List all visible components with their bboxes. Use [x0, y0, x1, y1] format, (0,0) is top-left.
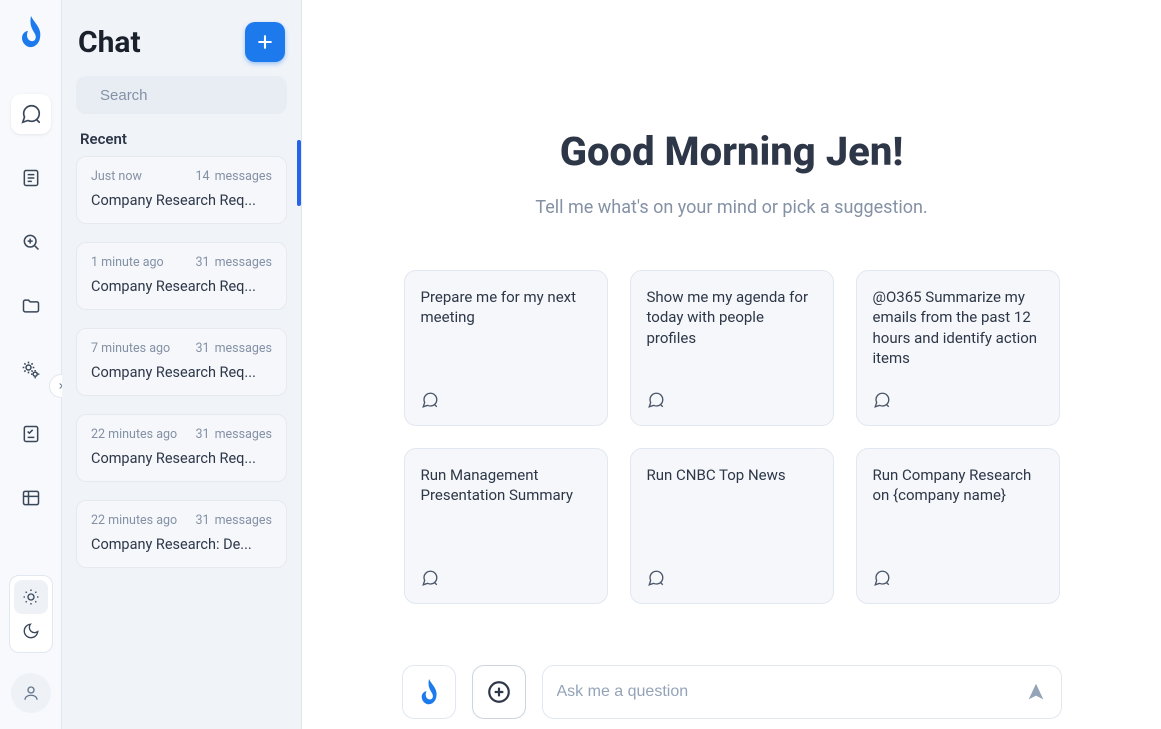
- recent-count: 31: [196, 255, 210, 270]
- nav-settings[interactable]: [11, 350, 51, 390]
- recent-count-label: messages: [215, 427, 272, 442]
- recent-title: Company Research Req...: [91, 278, 272, 295]
- main-panel: Good Morning Jen! Tell me what's on your…: [302, 0, 1161, 729]
- composer-input-bar[interactable]: [542, 665, 1062, 719]
- nav-search[interactable]: [11, 222, 51, 262]
- suggestion-text: Run CNBC Top News: [647, 465, 817, 485]
- theme-toggle[interactable]: [9, 575, 53, 653]
- recent-time: Just now: [91, 169, 142, 184]
- table-icon: [21, 488, 41, 508]
- nav-notes[interactable]: [11, 158, 51, 198]
- send-button[interactable]: [1025, 681, 1047, 703]
- recent-title: Company Research Req...: [91, 364, 272, 381]
- recent-time: 7 minutes ago: [91, 341, 170, 356]
- chat-icon: [647, 569, 817, 587]
- suggestion-card[interactable]: Run Management Presentation Summary: [404, 448, 608, 604]
- theme-dark[interactable]: [14, 614, 48, 648]
- recent-time: 22 minutes ago: [91, 513, 177, 528]
- composer-add-button[interactable]: [472, 665, 526, 719]
- recent-item[interactable]: 7 minutes ago 31 messages Company Researc…: [76, 328, 287, 396]
- scroll-indicator: [297, 140, 301, 206]
- flame-icon: [420, 679, 438, 705]
- suggestion-card[interactable]: Run CNBC Top News: [630, 448, 834, 604]
- nav-table[interactable]: [11, 478, 51, 518]
- recent-item[interactable]: 22 minutes ago 31 messages Company Resear…: [76, 500, 287, 568]
- suggestion-text: Run Company Research on {company name}: [873, 465, 1043, 506]
- recent-item[interactable]: Just now 14 messages Company Research Req…: [76, 156, 287, 224]
- recent-count: 31: [196, 341, 210, 356]
- greeting-subtext: Tell me what's on your mind or pick a su…: [342, 197, 1121, 218]
- recent-count-label: messages: [215, 513, 272, 528]
- recent-time: 1 minute ago: [91, 255, 164, 270]
- recent-count: 14: [196, 169, 210, 184]
- chat-icon: [647, 391, 817, 409]
- chat-icon: [873, 391, 1043, 409]
- recents-search[interactable]: [76, 76, 287, 114]
- chat-icon: [20, 103, 42, 125]
- nav-checklist[interactable]: [11, 414, 51, 454]
- suggestion-text: Prepare me for my next meeting: [421, 287, 591, 328]
- recent-title: Company Research Req...: [91, 450, 272, 467]
- suggestion-text: Show me my agenda for today with people …: [647, 287, 817, 348]
- suggestion-cards: Prepare me for my next meeting Show me m…: [302, 270, 1161, 604]
- chat-icon: [421, 569, 591, 587]
- icon-rail: [0, 0, 62, 729]
- recent-count: 31: [196, 513, 210, 528]
- nav-folder[interactable]: [11, 286, 51, 326]
- profile-avatar[interactable]: [11, 673, 51, 713]
- recents-panel: Chat Recent Just now 14 messages Company …: [62, 0, 302, 729]
- folder-icon: [21, 296, 41, 316]
- flame-icon: [20, 16, 42, 48]
- recent-count-label: messages: [215, 169, 272, 184]
- user-icon: [22, 684, 40, 702]
- send-icon: [1025, 681, 1047, 703]
- new-chat-button[interactable]: [245, 22, 285, 62]
- notes-icon: [21, 168, 41, 188]
- recent-count: 31: [196, 427, 210, 442]
- recent-title: Company Research: De...: [91, 536, 272, 553]
- suggestion-card[interactable]: Prepare me for my next meeting: [404, 270, 608, 426]
- suggestion-card[interactable]: @O365 Summarize my emails from the past …: [856, 270, 1060, 426]
- recent-count-label: messages: [215, 255, 272, 270]
- nav-chat[interactable]: [11, 94, 51, 134]
- recent-item[interactable]: 22 minutes ago 31 messages Company Resear…: [76, 414, 287, 482]
- search-zoom-icon: [21, 232, 41, 252]
- chat-icon: [421, 391, 591, 409]
- suggestion-text: @O365 Summarize my emails from the past …: [873, 287, 1043, 368]
- composer: [302, 651, 1161, 729]
- recents-section-label: Recent: [62, 128, 301, 156]
- settings-gears-icon: [21, 360, 41, 380]
- brand-logo: [13, 14, 49, 50]
- suggestion-card[interactable]: Show me my agenda for today with people …: [630, 270, 834, 426]
- checklist-icon: [21, 424, 41, 444]
- composer-input[interactable]: [557, 683, 1015, 701]
- greeting: Good Morning Jen!: [342, 128, 1121, 175]
- sun-icon: [22, 588, 40, 606]
- recent-title: Company Research Req...: [91, 192, 272, 209]
- suggestion-card[interactable]: Run Company Research on {company name}: [856, 448, 1060, 604]
- recent-count-label: messages: [215, 341, 272, 356]
- recents-title: Chat: [78, 25, 141, 60]
- recent-time: 22 minutes ago: [91, 427, 177, 442]
- recents-search-input[interactable]: [100, 87, 299, 104]
- plus-circle-icon: [486, 679, 512, 705]
- recents-list: Just now 14 messages Company Research Req…: [62, 156, 301, 588]
- suggestion-text: Run Management Presentation Summary: [421, 465, 591, 506]
- plus-icon: [255, 32, 275, 52]
- theme-light[interactable]: [14, 580, 48, 614]
- recent-item[interactable]: 1 minute ago 31 messages Company Research…: [76, 242, 287, 310]
- moon-icon: [22, 622, 40, 640]
- chat-icon: [873, 569, 1043, 587]
- composer-brand-chip[interactable]: [402, 665, 456, 719]
